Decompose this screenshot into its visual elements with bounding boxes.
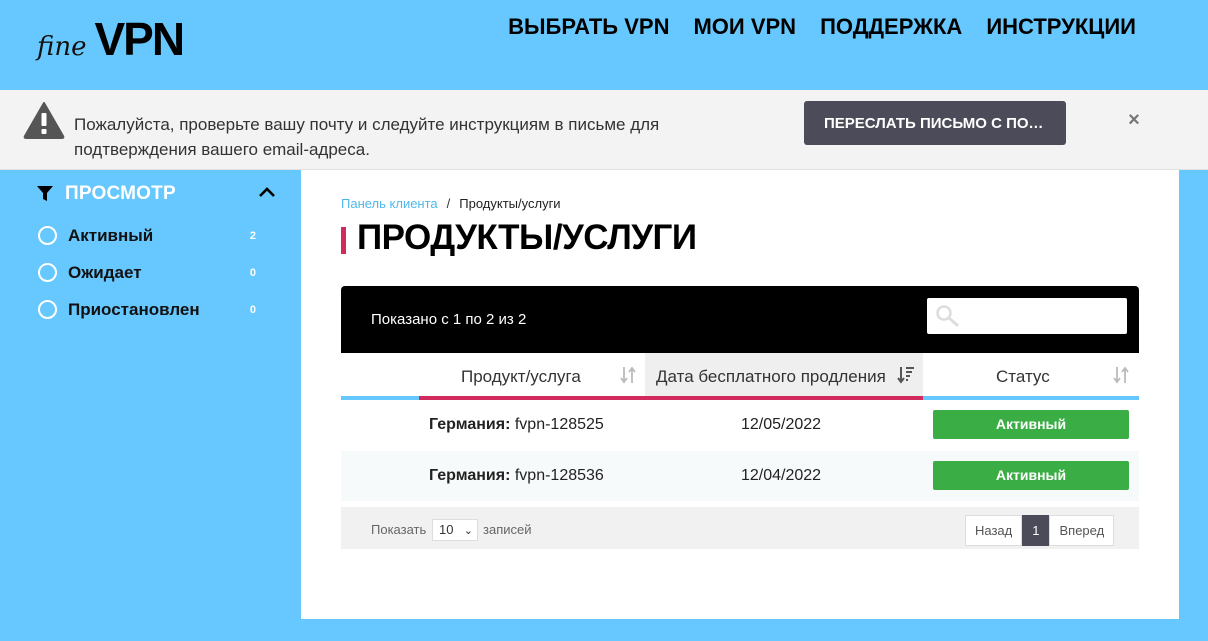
alert-message: Пожалуйста, проверьте вашу почту и следу… [74, 112, 714, 162]
chevron-down-icon: ⌄ [463, 525, 473, 537]
pagination: Назад 1 Вперед [965, 515, 1115, 546]
filter-count: 0 [249, 303, 256, 316]
sort-desc-icon [897, 367, 914, 384]
nav-choose-vpn[interactable]: ВЫБРАТЬ VPN [508, 14, 669, 40]
col-renewal-date-label: Дата бесплатного продления [656, 367, 886, 386]
page-size-value: 10 [439, 522, 454, 537]
table-footer: Показать 10 ⌄ записей Назад 1 Вперед [341, 507, 1139, 549]
site-header: fine VPN ВЫБРАТЬ VPN МОИ VPN ПОДДЕРЖКА И… [0, 0, 1208, 90]
status-badge: Активный [933, 461, 1129, 490]
title-accent [341, 227, 346, 254]
records-label: записей [483, 522, 532, 537]
alert-line-2: подтверждения вашего email-адреса. [74, 140, 370, 159]
page-size-select[interactable]: 10 ⌄ [432, 519, 478, 541]
filter-header[interactable]: ПРОСМОТР [36, 180, 276, 208]
show-label: Показать [371, 522, 427, 537]
breadcrumb-home[interactable]: Панель клиента [341, 196, 438, 211]
table-info: Показано с 1 по 2 из 2 [371, 311, 527, 328]
product-service: fvpn-128536 [514, 467, 604, 484]
search-input[interactable] [927, 298, 1127, 334]
filter-label: Приостановлен [68, 299, 200, 319]
filter-item-active[interactable]: Активный 2 [36, 217, 276, 254]
email-verification-alert: Пожалуйста, проверьте вашу почту и следу… [0, 90, 1208, 170]
search-icon [936, 305, 959, 327]
main-nav: ВЫБРАТЬ VPN МОИ VPN ПОДДЕРЖКА ИНСТРУКЦИИ [508, 14, 1136, 40]
radio-suspended[interactable] [38, 300, 57, 319]
chevron-up-icon[interactable] [258, 185, 276, 199]
sort-icon [1113, 366, 1129, 384]
radio-active[interactable] [38, 226, 57, 245]
logo-fine: fine [37, 32, 87, 62]
col-status-label: Статус [996, 367, 1050, 386]
prev-page-button[interactable]: Назад [965, 515, 1023, 546]
resend-email-button[interactable]: ПЕРЕСЛАТЬ ПИСЬМО С ПОДТВЕРЖДЕНИЕМ [804, 101, 1066, 145]
breadcrumb-current: Продукты/услуги [459, 196, 561, 211]
alert-line-1: Пожалуйста, проверьте вашу почту и следу… [74, 115, 660, 134]
date-cell: 12/04/2022 [741, 467, 822, 484]
close-alert-icon[interactable]: × [1125, 108, 1143, 132]
col-product[interactable]: Продукт/услуга [419, 353, 645, 400]
date-cell: 12/05/2022 [741, 416, 822, 433]
nav-instructions[interactable]: ИНСТРУКЦИИ [986, 14, 1136, 40]
product-country: Германия: [429, 467, 511, 484]
product-country: Германия: [429, 416, 511, 433]
product-service: fvpn-128525 [514, 416, 604, 433]
filter-label: Ожидает [68, 262, 142, 282]
filter-count: 2 [249, 229, 256, 242]
breadcrumb-separator: / [446, 196, 451, 211]
nav-my-vpn[interactable]: МОИ VPN [693, 14, 796, 40]
nav-support[interactable]: ПОДДЕРЖКА [820, 14, 962, 40]
warning-icon [23, 102, 65, 139]
main-panel: Панель клиента / Продукты/услуги ПРОДУКТЫ/… [301, 170, 1179, 619]
logo[interactable]: fine VPN [37, 12, 185, 66]
filter-item-suspended[interactable]: Приостановлен 0 [36, 291, 276, 328]
filter-count: 0 [249, 266, 256, 279]
col-status[interactable]: Статус [923, 353, 1139, 400]
filter-icon [37, 186, 53, 201]
breadcrumb: Панель клиента / Продукты/услуги [341, 196, 561, 211]
page-1-button[interactable]: 1 [1022, 515, 1050, 546]
next-page-button[interactable]: Вперед [1049, 515, 1115, 546]
sort-icon [620, 366, 636, 384]
product-cell: Германия: fvpn-128536 [429, 467, 604, 485]
filter-sidebar: ПРОСМОТР Активный 2 Ожидает 0 Приостанов… [36, 180, 276, 328]
table-row[interactable]: Германия: fvpn-128536 12/04/2022 Активны… [341, 451, 1139, 501]
table-row[interactable]: Германия: fvpn-128525 12/05/2022 Активны… [341, 400, 1139, 450]
filter-title: ПРОСМОТР [65, 183, 176, 204]
logo-vpn: VPN [94, 13, 185, 65]
filter-label: Активный [68, 225, 154, 245]
status-badge: Активный [933, 410, 1129, 439]
table-header: Продукт/услуга Дата бесплатного продлени… [341, 353, 1139, 400]
col-product-label: Продукт/услуга [461, 367, 581, 386]
filter-item-pending[interactable]: Ожидает 0 [36, 254, 276, 291]
page-title: ПРОДУКТЫ/УСЛУГИ [357, 218, 697, 257]
product-cell: Германия: fvpn-128525 [429, 416, 604, 434]
radio-pending[interactable] [38, 263, 57, 282]
table-toolbar: Показано с 1 по 2 из 2 [341, 286, 1139, 353]
col-renewal-date[interactable]: Дата бесплатного продления [645, 353, 923, 400]
